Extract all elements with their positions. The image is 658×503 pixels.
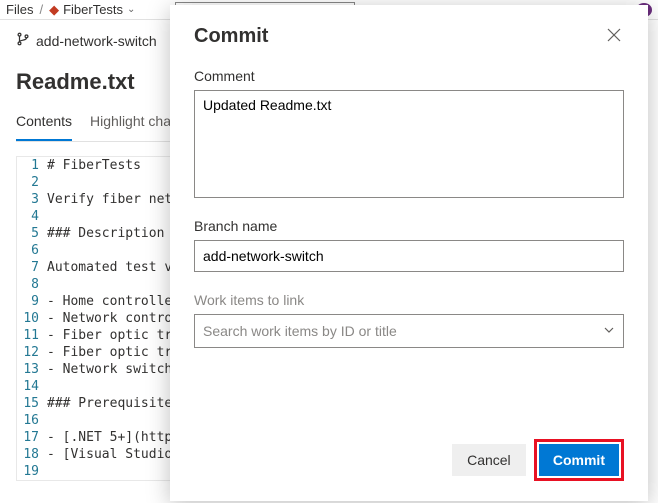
commit-highlight: Commit: [534, 439, 624, 481]
work-items-placeholder: Search work items by ID or title: [203, 323, 397, 339]
line-number: 10: [17, 310, 47, 327]
line-text: - Home controller: [47, 293, 180, 310]
line-number: 4: [17, 208, 47, 225]
line-number: 14: [17, 378, 47, 395]
line-number: 3: [17, 191, 47, 208]
dialog-title: Commit: [194, 25, 268, 48]
line-number: 11: [17, 327, 47, 344]
line-text: ### Description: [47, 225, 164, 242]
line-number: 13: [17, 361, 47, 378]
line-number: 16: [17, 412, 47, 429]
line-text: - [.NET 5+](https: [47, 429, 180, 446]
line-number: 9: [17, 293, 47, 310]
tab-contents[interactable]: Contents: [16, 113, 72, 141]
branch-icon: [16, 32, 30, 49]
line-number: 12: [17, 344, 47, 361]
cancel-button[interactable]: Cancel: [452, 444, 526, 476]
line-number: 18: [17, 446, 47, 463]
line-number: 6: [17, 242, 47, 259]
line-number: 5: [17, 225, 47, 242]
line-number: 15: [17, 395, 47, 412]
chevron-down-icon[interactable]: ⌄: [127, 4, 135, 15]
line-text: - Network switche: [47, 361, 180, 378]
work-items-combo[interactable]: Search work items by ID or title: [194, 314, 624, 348]
line-text: Automated test va: [47, 259, 180, 276]
line-text: - Network control: [47, 310, 180, 327]
breadcrumb-files[interactable]: Files: [6, 2, 33, 17]
line-text: # FiberTests: [47, 157, 141, 174]
line-number: 8: [17, 276, 47, 293]
line-text: - Fiber optic tra: [47, 327, 180, 344]
branch-label: Branch name: [194, 218, 624, 234]
breadcrumb-separator: /: [39, 2, 43, 17]
close-icon[interactable]: [604, 25, 624, 45]
line-number: 1: [17, 157, 47, 174]
line-number: 17: [17, 429, 47, 446]
line-text: - [Visual Studio: [47, 446, 180, 463]
breadcrumb-project[interactable]: FiberTests: [63, 2, 123, 17]
project-icon: ◆: [49, 2, 59, 18]
branch-input[interactable]: [194, 240, 624, 272]
line-number: 2: [17, 174, 47, 191]
work-items-label: Work items to link: [194, 292, 624, 308]
line-number: 19: [17, 463, 47, 480]
line-text: - Fiber optic tra: [47, 344, 180, 361]
line-number: 7: [17, 259, 47, 276]
comment-label: Comment: [194, 68, 624, 84]
commit-button[interactable]: Commit: [539, 444, 619, 476]
comment-input[interactable]: [194, 90, 624, 198]
commit-dialog: Commit Comment Branch name Work items to…: [170, 5, 648, 501]
tab-highlight[interactable]: Highlight cha: [90, 113, 171, 141]
branch-name[interactable]: add-network-switch: [36, 33, 157, 49]
line-text: ### Prerequisites: [47, 395, 180, 412]
chevron-down-icon: [603, 323, 615, 339]
line-text: Verify fiber netw: [47, 191, 180, 208]
